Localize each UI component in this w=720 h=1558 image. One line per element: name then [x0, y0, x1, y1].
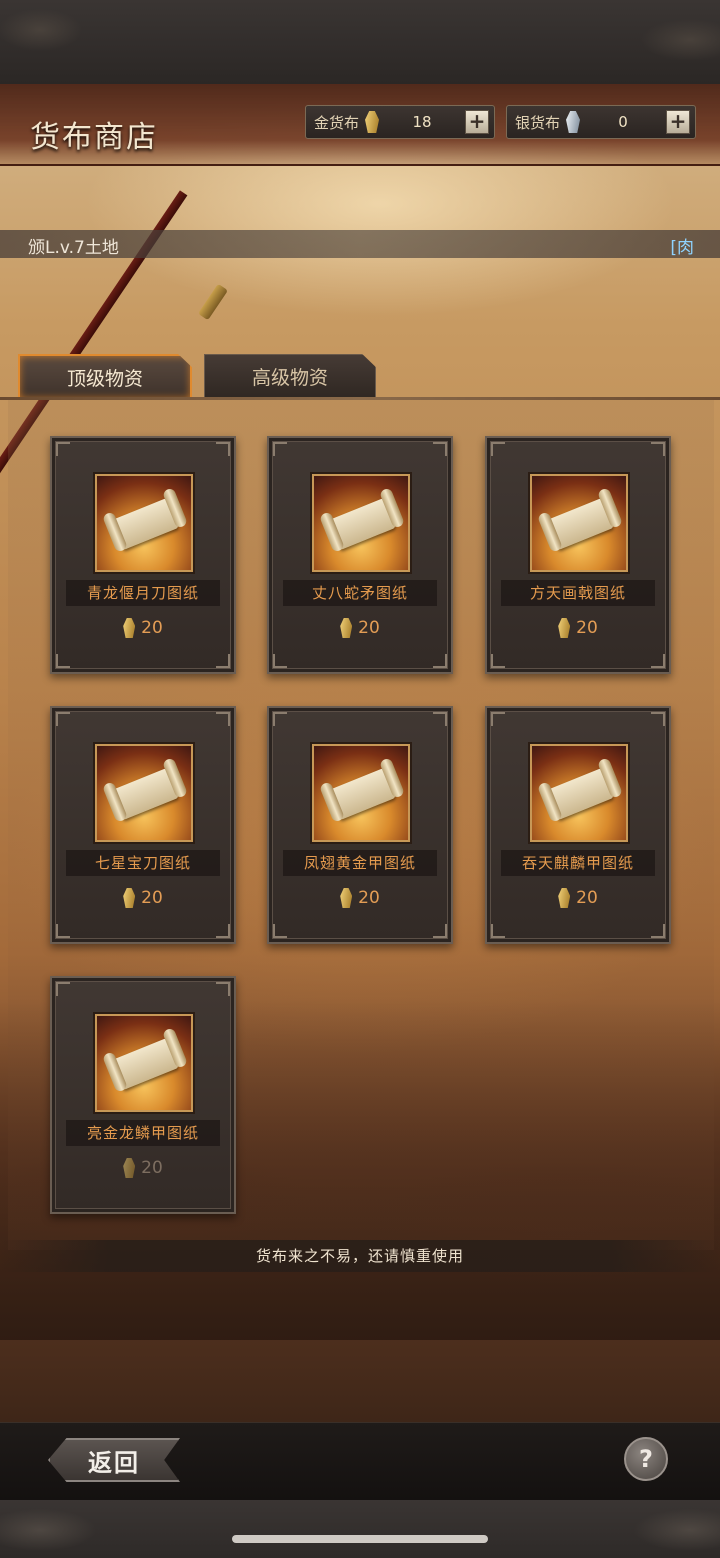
blueprint-scroll-icon — [312, 474, 410, 572]
shop-item-card[interactable]: 凤翅黄金甲图纸 20 — [267, 706, 453, 944]
tab-top-supplies[interactable]: 顶级物资 — [18, 354, 192, 398]
gold-coin-icon — [123, 1158, 136, 1178]
silver-currency-label: 银货布 — [515, 113, 561, 132]
blueprint-scroll-icon — [530, 744, 628, 842]
shop-item-card[interactable]: 青龙偃月刀图纸 20 — [50, 436, 236, 674]
gold-coin-icon — [365, 111, 380, 133]
item-price: 20 — [269, 618, 451, 638]
home-indicator[interactable] — [232, 1535, 488, 1543]
silver-currency-display: 银货布 0 + — [506, 105, 696, 139]
gold-coin-icon — [340, 888, 353, 908]
top-cloud-banner — [0, 0, 720, 84]
gold-currency-display: 金货布 18 + — [305, 105, 495, 139]
marquee-text-continued: [肉 — [670, 238, 694, 258]
item-price: 20 — [52, 888, 234, 908]
item-price: 20 — [269, 888, 451, 908]
tab-advanced-supplies[interactable]: 高级物资 — [204, 354, 376, 398]
gold-currency-label: 金货布 — [314, 113, 360, 132]
item-name: 吞天麒麟甲图纸 — [501, 850, 655, 876]
marquee-text: 颁L.v.7土地 — [28, 238, 119, 258]
silver-currency-value: 0 — [618, 113, 628, 131]
item-name: 亮金龙鳞甲图纸 — [66, 1120, 220, 1146]
item-price: 20 — [487, 618, 669, 638]
item-name: 七星宝刀图纸 — [66, 850, 220, 876]
blueprint-scroll-icon — [530, 474, 628, 572]
item-price-value: 20 — [358, 618, 380, 638]
gold-coin-icon — [123, 618, 136, 638]
item-price-value: 20 — [141, 618, 163, 638]
item-price: 20 — [52, 618, 234, 638]
blueprint-scroll-icon — [95, 1014, 193, 1112]
blueprint-scroll-icon — [95, 474, 193, 572]
page-title: 货布商店 — [30, 120, 158, 155]
gold-coin-icon — [340, 618, 353, 638]
shop-item-card[interactable]: 亮金龙鳞甲图纸 20 — [50, 976, 236, 1214]
announcement-marquee: 颁L.v.7土地 [肉 — [0, 230, 720, 258]
item-price-value: 20 — [141, 1158, 163, 1178]
item-name: 方天画戟图纸 — [501, 580, 655, 606]
shop-item-card[interactable]: 方天画戟图纸 20 — [485, 436, 671, 674]
blueprint-scroll-icon — [312, 744, 410, 842]
item-name: 青龙偃月刀图纸 — [66, 580, 220, 606]
help-button[interactable]: ? — [624, 1437, 668, 1481]
item-price-value: 20 — [358, 888, 380, 908]
bottom-cloud-banner — [0, 1500, 720, 1558]
item-name: 丈八蛇矛图纸 — [283, 580, 437, 606]
silver-coin-icon — [566, 111, 581, 133]
back-button[interactable]: 返回 — [48, 1438, 180, 1482]
gold-coin-icon — [123, 888, 136, 908]
item-price-value: 20 — [576, 618, 598, 638]
add-gold-button[interactable]: + — [465, 110, 489, 134]
item-price-value: 20 — [576, 888, 598, 908]
blueprint-scroll-icon — [95, 744, 193, 842]
shop-item-card[interactable]: 七星宝刀图纸 20 — [50, 706, 236, 944]
gold-coin-icon — [558, 888, 571, 908]
shop-item-card[interactable]: 吞天麒麟甲图纸 20 — [485, 706, 671, 944]
usage-notice: 货布来之不易，还请慎重使用 — [0, 1240, 720, 1272]
item-price: 20 — [52, 1158, 234, 1178]
gold-currency-value: 18 — [412, 113, 432, 131]
gold-coin-icon — [558, 618, 571, 638]
item-price: 20 — [487, 888, 669, 908]
add-silver-button[interactable]: + — [666, 110, 690, 134]
shop-item-card[interactable]: 丈八蛇矛图纸 20 — [267, 436, 453, 674]
back-button-label: 返回 — [88, 1447, 140, 1477]
item-name: 凤翅黄金甲图纸 — [283, 850, 437, 876]
item-price-value: 20 — [141, 888, 163, 908]
